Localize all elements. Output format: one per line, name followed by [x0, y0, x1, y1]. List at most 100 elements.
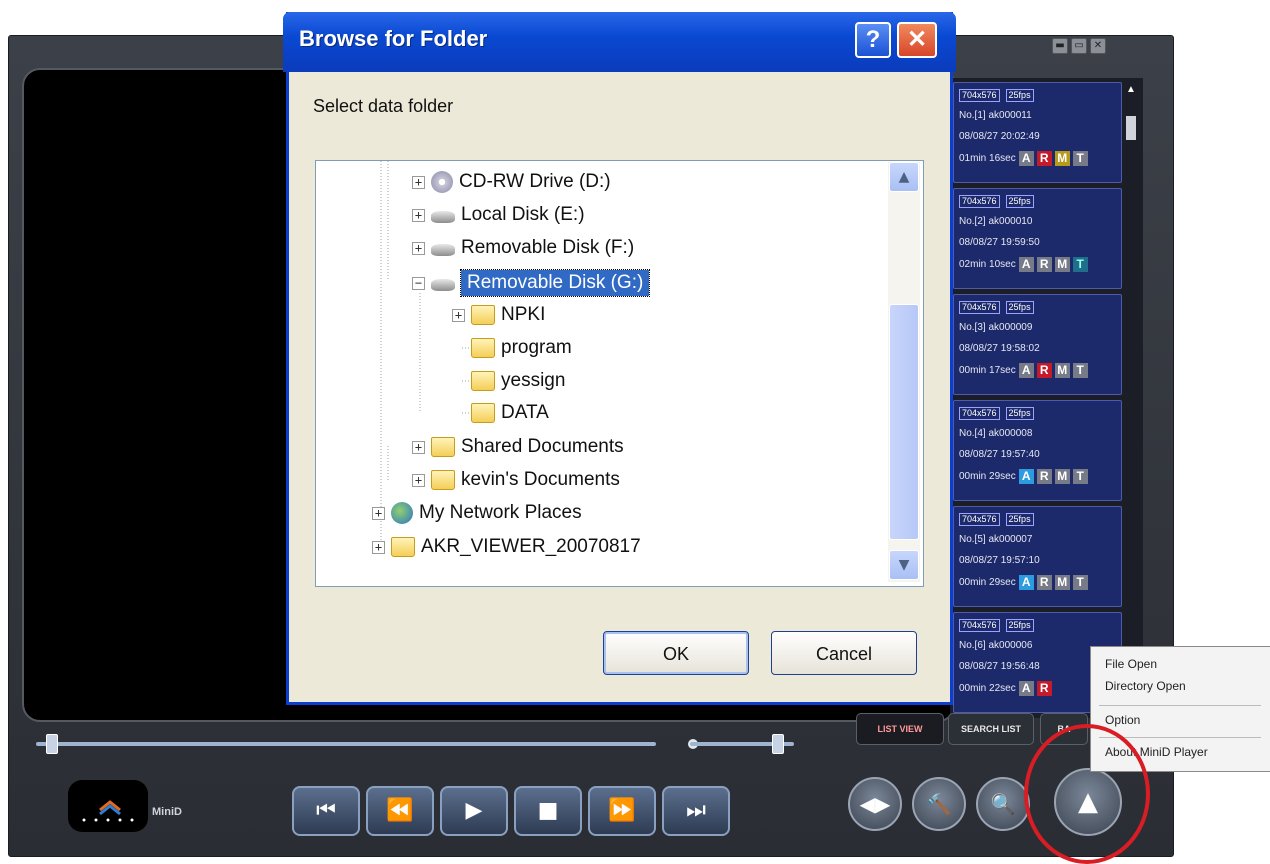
tree-node-kevins-documents[interactable]: + kevin's Documents [412, 469, 620, 491]
list-item[interactable]: 704x576 25fps No.[3] ak000009 08/08/27 19… [953, 294, 1122, 395]
help-button[interactable]: ? [855, 22, 891, 58]
tab-search-list[interactable]: SEARCH LIST [948, 713, 1034, 745]
stop-button[interactable]: ■ [514, 786, 582, 836]
list-scrollbar[interactable]: ▲ [1123, 80, 1139, 716]
resolution-badge: 704x576 [959, 407, 1000, 420]
tab-list-view[interactable]: LIST VIEW [856, 713, 944, 745]
menu-item-option[interactable]: Option [1105, 713, 1140, 727]
tree-node-label: Shared Documents [461, 436, 624, 457]
next-button[interactable]: ⏭ [662, 786, 730, 836]
menu-item-directory-open[interactable]: Directory Open [1105, 679, 1186, 693]
cancel-button[interactable]: Cancel [771, 631, 917, 675]
expand-icon[interactable]: + [412, 473, 425, 487]
expand-icon[interactable]: + [412, 440, 425, 454]
scroll-thumb[interactable] [1126, 116, 1136, 140]
flag-t: T [1072, 257, 1088, 272]
collapse-icon[interactable]: − [412, 276, 425, 290]
volume-thumb[interactable] [772, 734, 784, 754]
folder-icon [471, 371, 495, 391]
recording-number: No.[6] ak000006 [959, 640, 1033, 651]
minimize-icon[interactable]: ▬ [1052, 38, 1068, 54]
flag-a: A [1018, 575, 1034, 590]
tree-node-label: program [501, 337, 572, 358]
fps-badge: 25fps [1005, 301, 1034, 314]
tree-node-label: kevin's Documents [461, 469, 620, 490]
close-icon[interactable]: ✕ [1090, 38, 1106, 54]
scroll-up-icon[interactable]: ▲ [889, 162, 919, 192]
dialog-title: Browse for Folder [299, 26, 488, 51]
seek-track[interactable] [36, 742, 656, 746]
seek-thumb[interactable] [46, 734, 58, 754]
flag-r: R [1036, 681, 1052, 696]
resolution-badge: 704x576 [959, 301, 1000, 314]
tree-node-npki[interactable]: + NPKI [452, 304, 545, 326]
list-item[interactable]: 704x576 25fps No.[2] ak000010 08/08/27 19… [953, 188, 1122, 289]
recording-duration: 00min 29sec [959, 471, 1016, 482]
resolution-badge: 704x576 [959, 513, 1000, 526]
flag-m: M [1054, 575, 1070, 590]
recording-datetime: 08/08/27 19:56:48 [959, 661, 1040, 672]
fps-badge: 25fps [1005, 619, 1034, 632]
tree-node-label: AKR_VIEWER_20070817 [421, 536, 641, 557]
rewind-button[interactable]: ⏪ [366, 786, 434, 836]
tree-node-program[interactable]: program [452, 337, 572, 359]
ab-toggle-button[interactable]: ◀▶ [848, 777, 902, 831]
flag-m: M [1054, 469, 1070, 484]
folder-icon [471, 403, 495, 423]
resolution-badge: 704x576 [959, 195, 1000, 208]
expand-icon[interactable]: + [412, 208, 425, 222]
list-item[interactable]: 704x576 25fps No.[5] ak000007 08/08/27 19… [953, 506, 1122, 607]
menu-separator [1099, 705, 1261, 706]
expand-icon[interactable]: + [412, 241, 425, 255]
recording-list: 704x576 25fps No.[1] ak000011 08/08/27 20… [950, 78, 1143, 718]
flag-a: A [1018, 681, 1034, 696]
recording-number: No.[3] ak000009 [959, 322, 1033, 333]
expand-icon[interactable]: + [372, 506, 385, 520]
tools-button[interactable]: 🔨 [912, 777, 966, 831]
scroll-down-icon[interactable]: ▼ [889, 550, 919, 580]
tree-node-shared-documents[interactable]: + Shared Documents [412, 436, 624, 458]
expand-icon[interactable]: + [412, 175, 425, 189]
tree-node-removable-disk-f[interactable]: + Removable Disk (F:) [412, 237, 634, 259]
recording-duration: 00min 29sec [959, 577, 1016, 588]
resolution-badge: 704x576 [959, 89, 1000, 102]
close-button[interactable]: ✕ [897, 22, 937, 58]
tree-node-data[interactable]: DATA [452, 402, 549, 424]
recording-number: No.[2] ak000010 [959, 216, 1033, 227]
flag-a: A [1018, 469, 1034, 484]
maximize-icon[interactable]: ▭ [1071, 38, 1087, 54]
menu-item-file-open[interactable]: File Open [1105, 657, 1157, 671]
folder-tree: + CD-RW Drive (D:) + Local Disk (E:) + R… [315, 160, 924, 587]
play-button[interactable]: ▶ [440, 786, 508, 836]
tree-scrollbar[interactable]: ▲ ▼ [888, 162, 920, 582]
tree-node-cd-rw-drive[interactable]: + CD-RW Drive (D:) [412, 171, 611, 193]
flag-m: M [1054, 257, 1070, 272]
logo [68, 780, 148, 832]
recording-datetime: 08/08/27 20:02:49 [959, 131, 1040, 142]
tree-node-removable-disk-g[interactable]: − Removable Disk (G:) [412, 269, 651, 297]
expand-icon[interactable]: + [372, 540, 385, 554]
recording-datetime: 08/08/27 19:57:10 [959, 555, 1040, 566]
removable-drive-icon [431, 244, 455, 256]
scroll-thumb[interactable] [889, 304, 919, 540]
ok-button[interactable]: OK [603, 631, 749, 675]
cd-drive-icon [431, 171, 453, 193]
hard-drive-icon [431, 211, 455, 223]
tree-node-local-disk-e[interactable]: + Local Disk (E:) [412, 204, 585, 226]
flag-r: R [1036, 575, 1052, 590]
tree-node-yessign[interactable]: yessign [452, 370, 565, 392]
tree-node-label-selected: Removable Disk (G:) [459, 269, 651, 297]
tree-node-label: Local Disk (E:) [461, 204, 585, 225]
search-button[interactable]: 🔍 [976, 777, 1030, 831]
expand-icon[interactable]: + [452, 308, 465, 322]
previous-button[interactable]: ⏮ [292, 786, 360, 836]
tree-node-my-network-places[interactable]: + My Network Places [372, 502, 582, 524]
window-controls: ▬ ▭ ✕ [1052, 38, 1106, 54]
tree-node-akr-viewer[interactable]: + AKR_VIEWER_20070817 [372, 536, 641, 558]
recording-datetime: 08/08/27 19:57:40 [959, 449, 1040, 460]
scroll-up-icon[interactable]: ▲ [1126, 84, 1136, 98]
forward-button[interactable]: ⏩ [588, 786, 656, 836]
list-item[interactable]: 704x576 25fps No.[4] ak000008 08/08/27 19… [953, 400, 1122, 501]
flag-t: T [1072, 469, 1088, 484]
list-item[interactable]: 704x576 25fps No.[1] ak000011 08/08/27 20… [953, 82, 1122, 183]
